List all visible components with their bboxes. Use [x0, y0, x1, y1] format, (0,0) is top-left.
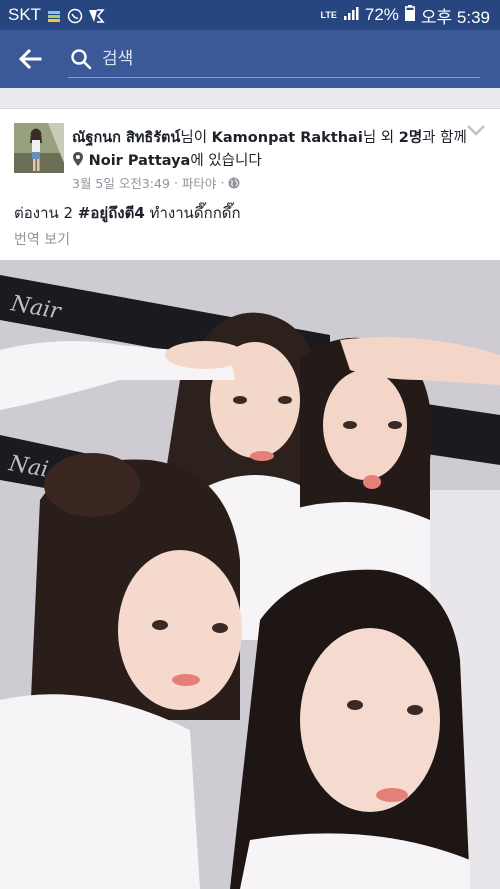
- chevron-down-icon[interactable]: [466, 123, 486, 137]
- clock: 오후 5:39: [420, 7, 490, 27]
- header-text: 님 외: [362, 130, 399, 146]
- post-text-prefix: ต่องาน 2: [14, 204, 78, 222]
- app-notification-icon: [87, 8, 105, 23]
- location-pin-icon: [73, 152, 83, 166]
- header-text: 과 함께: [422, 130, 467, 146]
- battery-icon: [404, 4, 415, 26]
- group-selfie-image: Nair Nai: [0, 260, 500, 889]
- search-header: [0, 30, 500, 88]
- search-box[interactable]: [68, 41, 480, 78]
- search-input[interactable]: [100, 47, 464, 70]
- post-text-suffix: ทำงานดึ๊กกดึ๊ก: [144, 204, 241, 222]
- tagged-user[interactable]: Kamonpat Rakthai: [212, 130, 363, 146]
- translate-link[interactable]: 번역 보기: [14, 229, 70, 249]
- header-text: 님이: [180, 130, 212, 146]
- meta-separator: ·: [173, 175, 178, 190]
- post-photo[interactable]: Nair Nai: [0, 260, 500, 889]
- status-bar: SKT LTE 72% 오후 5:39: [0, 0, 500, 30]
- call-icon: [67, 8, 83, 24]
- post-header: ณัฐกนก สิทธิรัตน์님이 Kamonpat Rakthai님 외 …: [72, 127, 467, 173]
- post-meta: 3월 5일 오전3:49 · 파타야 ·: [72, 173, 240, 192]
- back-arrow-icon: [18, 49, 42, 69]
- hashtag-link[interactable]: #อยู่ถึงตี4: [78, 204, 145, 222]
- carrier-label: SKT: [8, 5, 42, 24]
- author-name[interactable]: ณัฐกนก สิทธิรัตน์: [72, 130, 180, 146]
- sim-icon: [47, 8, 61, 22]
- search-icon: [71, 48, 92, 69]
- feed-post: ณัฐกนก สิทธิรัตน์님이 Kamonpat Rakthai님 외 …: [0, 108, 500, 889]
- avatar[interactable]: [14, 123, 64, 173]
- signal-icon: [343, 5, 359, 25]
- post-location[interactable]: 파타야: [182, 173, 217, 192]
- battery-percent: 72%: [364, 5, 399, 24]
- meta-separator: ·: [220, 175, 225, 190]
- post-text: ต่องาน 2 #อยู่ถึงตี4 ทำงานดึ๊กกดึ๊ก: [14, 201, 241, 225]
- header-text: 에 있습니다: [190, 153, 262, 169]
- feed-gap: [0, 88, 500, 108]
- back-button[interactable]: [0, 30, 60, 88]
- others-link[interactable]: 2명: [399, 130, 422, 146]
- place-link[interactable]: Noir Pattaya: [89, 153, 191, 169]
- globe-icon: [228, 177, 240, 188]
- lte-label: LTE: [320, 9, 337, 20]
- post-date[interactable]: 3월 5일 오전3:49: [72, 173, 170, 192]
